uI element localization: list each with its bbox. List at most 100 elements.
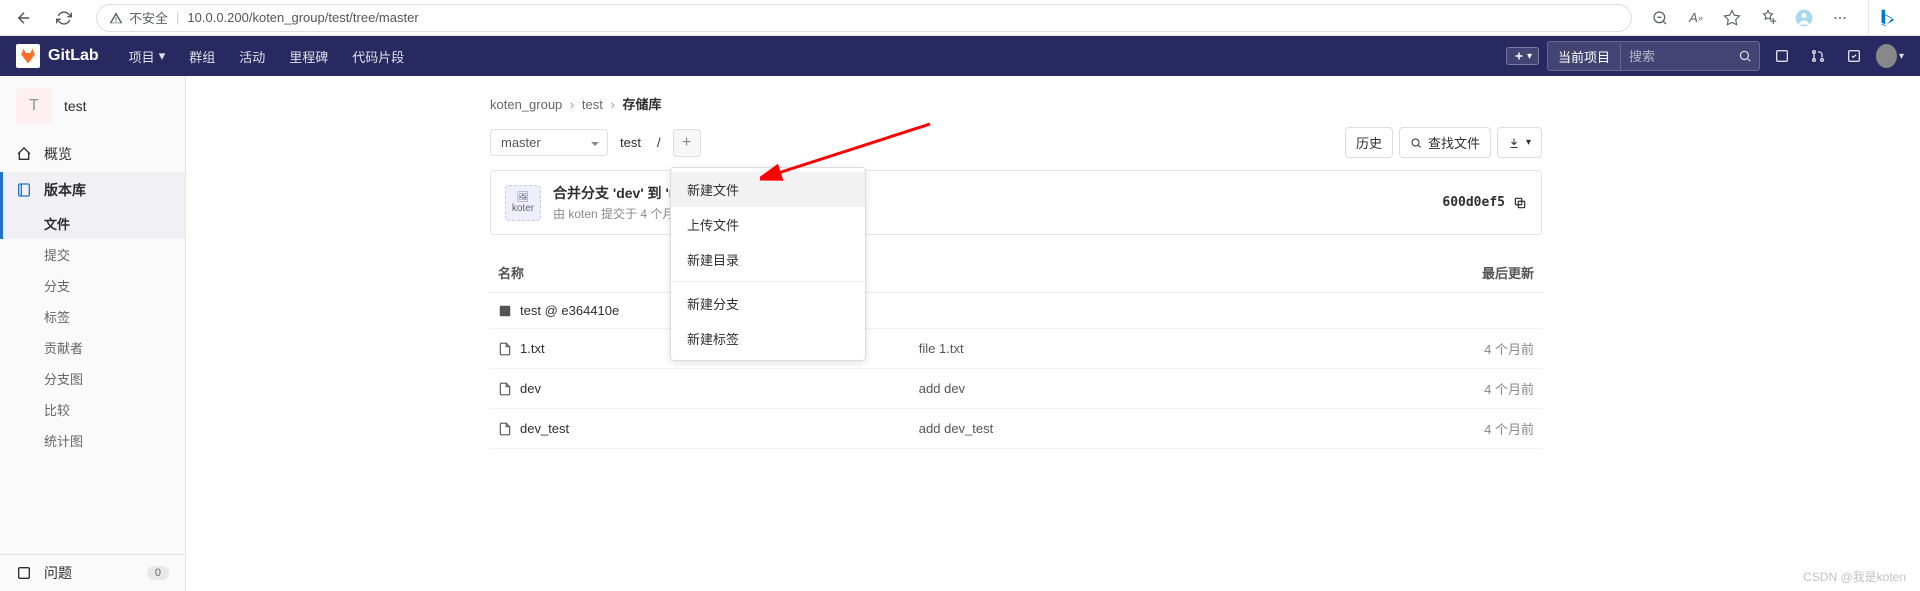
search-input[interactable]	[1621, 45, 1731, 68]
arrow-left-icon	[15, 9, 33, 27]
find-file-button[interactable]: 查找文件	[1399, 127, 1491, 158]
table-row[interactable]: test @ e364410e	[490, 293, 1542, 329]
dropdown-item[interactable]: 新建文件	[671, 172, 865, 207]
commit-msg[interactable]: add dev_test	[911, 409, 1384, 449]
file-name-label: test @ e364410e	[520, 303, 619, 318]
chevron-down-icon: ▾	[1526, 137, 1531, 148]
header-nav: 项目▾ 群组 活动 里程碑 代码片段	[119, 43, 415, 70]
sidebar: T test 概览 版本库 文件提交分支标签贡献者分支图比较统计图 问题 0	[0, 76, 186, 591]
dropdown-item[interactable]: 新建分支	[671, 286, 865, 321]
insecure-label: 不安全	[129, 8, 168, 27]
profile-icon[interactable]	[1792, 6, 1816, 30]
dropdown-item[interactable]: 新建目录	[671, 242, 865, 277]
submodule-icon	[498, 304, 512, 318]
favorite-icon[interactable]	[1720, 6, 1744, 30]
file-name-label: dev	[520, 381, 541, 396]
nav-activity[interactable]: 活动	[229, 43, 275, 70]
content: koten_group › test › 存储库 master test / +…	[466, 76, 1566, 591]
sidebar-sub-item[interactable]: 贡献者	[0, 332, 185, 363]
issues-icon[interactable]	[1768, 42, 1796, 70]
back-button[interactable]	[8, 2, 40, 34]
home-icon	[16, 146, 32, 162]
search-scope[interactable]: 当前项目	[1548, 43, 1621, 70]
repo-icon	[16, 182, 32, 198]
table-row[interactable]: 1.txt file 1.txt4 个月前	[490, 329, 1542, 369]
path-root[interactable]: test	[616, 135, 645, 150]
sidebar-sub-item[interactable]: 分支图	[0, 363, 185, 394]
col-msg	[911, 253, 1384, 293]
gitlab-logo[interactable]: GitLab	[16, 44, 99, 68]
chevron-down-icon: ▾	[1527, 51, 1532, 62]
project-avatar: T	[16, 88, 52, 124]
table-row[interactable]: dev add dev4 个月前	[490, 369, 1542, 409]
last-commit: 🖼koter 合并分支 'dev' 到 'master' 由 koten 提交于…	[490, 170, 1542, 235]
refresh-button[interactable]	[48, 2, 80, 34]
avatar	[1876, 44, 1897, 68]
sidebar-sub-item[interactable]: 文件	[0, 208, 185, 239]
sidebar-sub-item[interactable]: 统计图	[0, 425, 185, 456]
bing-icon[interactable]	[1868, 0, 1904, 36]
history-button[interactable]: 历史	[1345, 127, 1393, 158]
file-table: 名称 最后更新 test @ e364410e1.txtfile 1.txt4 …	[490, 253, 1542, 449]
updated-time: 4 个月前	[1384, 329, 1542, 369]
merge-requests-icon[interactable]	[1804, 42, 1832, 70]
copy-icon[interactable]	[1513, 196, 1527, 210]
dropdown-item[interactable]: 新建标签	[671, 321, 865, 356]
url-text: 10.0.0.200/koten_group/test/tree/master	[187, 10, 418, 25]
commit-msg[interactable]: add dev	[911, 369, 1384, 409]
issues-icon	[16, 565, 32, 581]
add-dropdown: 新建文件上传文件新建目录 新建分支新建标签	[670, 167, 866, 361]
todos-icon[interactable]	[1840, 42, 1868, 70]
sidebar-sub-item[interactable]: 标签	[0, 301, 185, 332]
dropdown-item[interactable]: 上传文件	[671, 207, 865, 242]
gitlab-header: GitLab 项目▾ 群组 活动 里程碑 代码片段 ▾ 当前项目 ▾	[0, 36, 1920, 76]
zoom-out-icon[interactable]	[1648, 6, 1672, 30]
chevron-down-icon: ▾	[1899, 51, 1904, 62]
nav-snippets[interactable]: 代码片段	[342, 43, 414, 70]
commit-sha[interactable]: 600d0ef5	[1442, 195, 1505, 210]
plus-icon	[1513, 50, 1525, 62]
nav-projects[interactable]: 项目▾	[119, 43, 176, 70]
updated-time	[1384, 293, 1542, 329]
updated-time: 4 个月前	[1384, 369, 1542, 409]
col-updated: 最后更新	[1384, 253, 1542, 293]
plus-icon: +	[682, 134, 691, 152]
nav-milestones[interactable]: 里程碑	[279, 43, 338, 70]
sidebar-sub-item[interactable]: 分支	[0, 270, 185, 301]
favorites-bar-icon[interactable]	[1756, 6, 1780, 30]
download-icon	[1508, 137, 1520, 149]
read-aloud-icon[interactable]: A»	[1684, 6, 1708, 30]
more-icon[interactable]	[1828, 6, 1852, 30]
browser-bar: 不安全 | 10.0.0.200/koten_group/test/tree/m…	[0, 0, 1920, 36]
header-plus-button[interactable]: ▾	[1506, 47, 1539, 65]
warning-icon	[109, 11, 123, 25]
project-header[interactable]: T test	[0, 76, 185, 136]
url-bar[interactable]: 不安全 | 10.0.0.200/koten_group/test/tree/m…	[96, 4, 1632, 32]
sidebar-item-repository[interactable]: 版本库	[0, 172, 185, 208]
download-button[interactable]: ▾	[1497, 127, 1542, 158]
updated-time: 4 个月前	[1384, 409, 1542, 449]
sidebar-item-issues[interactable]: 问题 0	[0, 555, 185, 591]
user-menu[interactable]: ▾	[1876, 42, 1904, 70]
search-icon[interactable]	[1731, 42, 1759, 70]
sidebar-sub-item[interactable]: 比较	[0, 394, 185, 425]
file-icon	[498, 342, 512, 356]
breadcrumb-page: 存储库	[622, 97, 661, 112]
breadcrumb-project[interactable]: test	[582, 97, 603, 112]
table-row[interactable]: dev_test add dev_test4 个月前	[490, 409, 1542, 449]
commit-msg[interactable]	[911, 293, 1384, 329]
commit-msg[interactable]: file 1.txt	[911, 329, 1384, 369]
breadcrumb: koten_group › test › 存储库	[490, 88, 1542, 127]
sidebar-sub-item[interactable]: 提交	[0, 239, 185, 270]
tanuki-icon	[19, 47, 37, 65]
add-button[interactable]: +	[673, 129, 701, 157]
breadcrumb-group[interactable]: koten_group	[490, 97, 562, 112]
file-name-label: dev_test	[520, 421, 569, 436]
issues-count: 0	[147, 566, 169, 580]
sidebar-item-overview[interactable]: 概览	[0, 136, 185, 172]
file-icon	[498, 382, 512, 396]
branch-selector[interactable]: master	[490, 129, 608, 156]
chevron-down-icon: ▾	[159, 48, 166, 64]
file-name-label: 1.txt	[520, 341, 545, 356]
nav-groups[interactable]: 群组	[179, 43, 225, 70]
